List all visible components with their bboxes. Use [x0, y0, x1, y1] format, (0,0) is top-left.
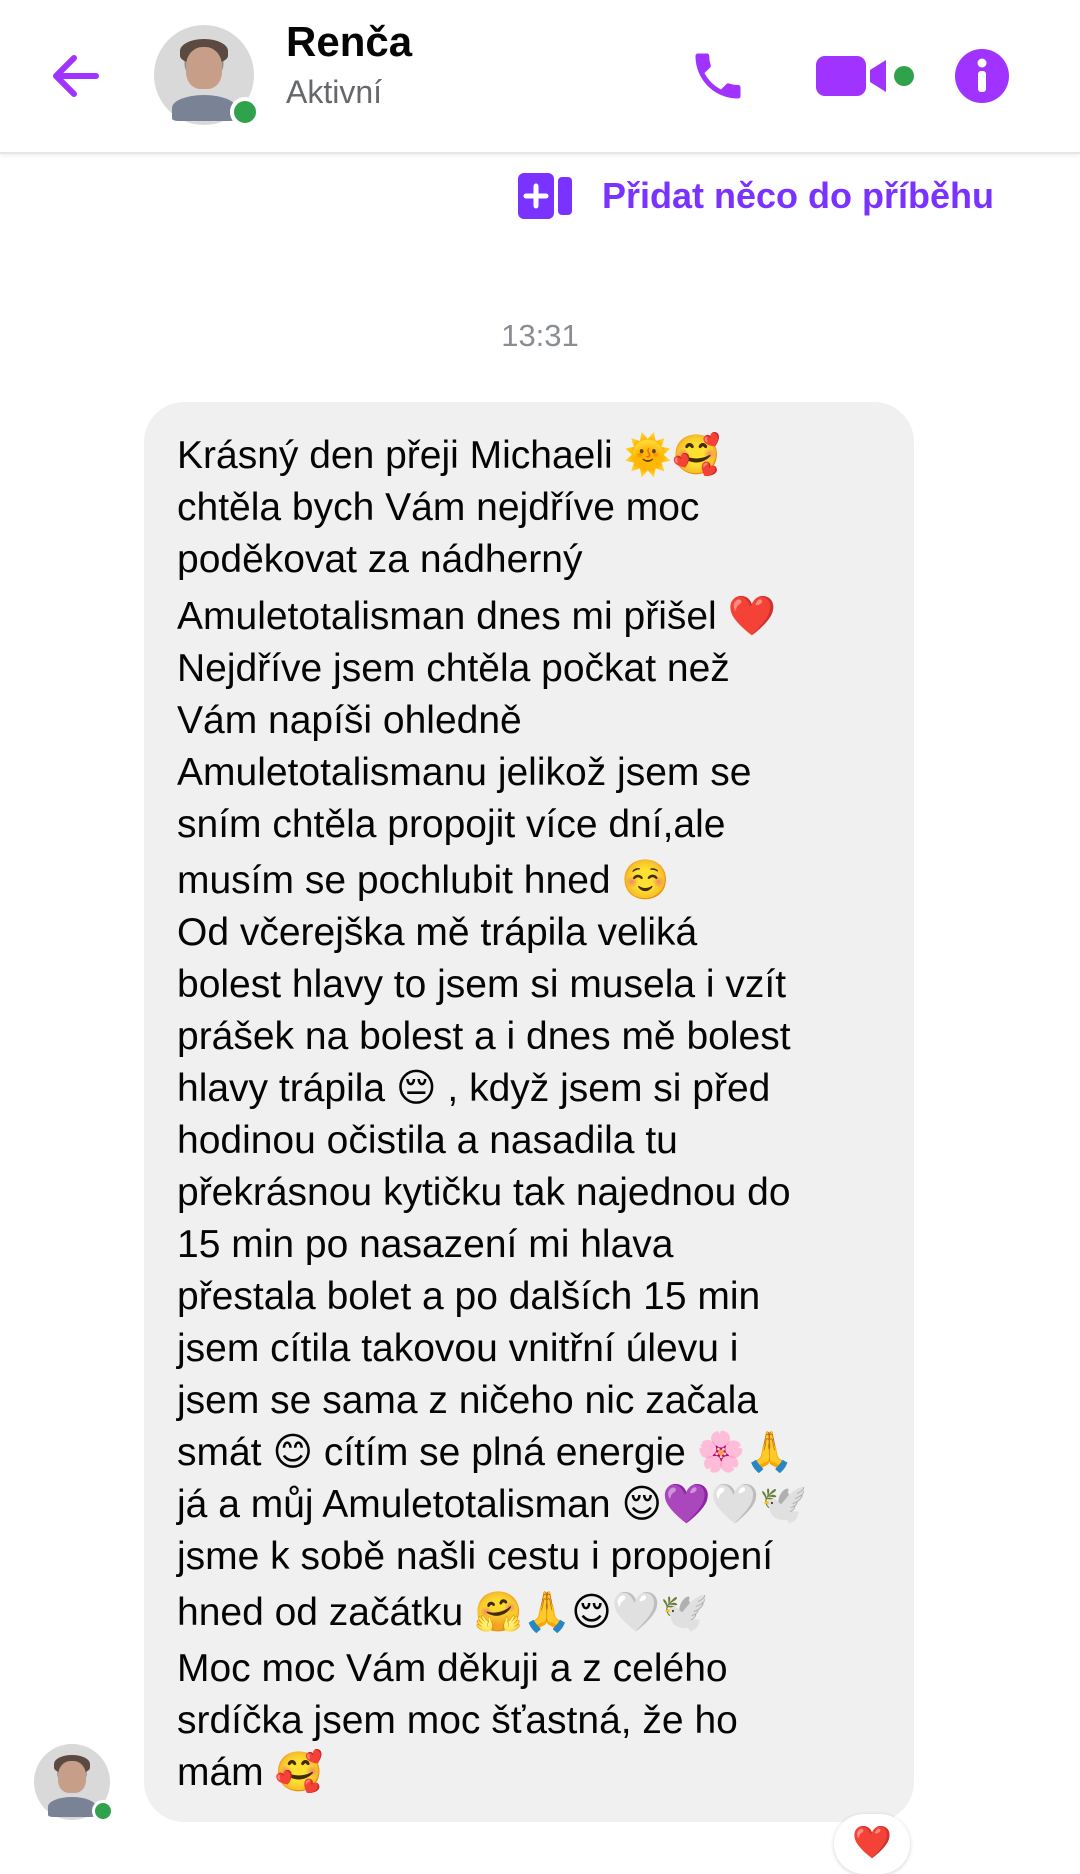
audio-call-button[interactable] — [688, 46, 748, 106]
video-camera-icon — [816, 56, 886, 96]
message-line: chtěla bych Vám nejdříve moc — [177, 486, 700, 529]
message-line: Nejdříve jsem chtěla počkat než — [177, 647, 730, 690]
message-line: Krásný den přeji Michaeli 🌞🥰 — [177, 434, 721, 477]
back-arrow-icon — [53, 55, 99, 97]
message-line: Vám napíši ohledně — [177, 699, 522, 742]
video-active-indicator — [894, 66, 914, 86]
message-line: hodinou očistila a nasadila tu — [177, 1119, 678, 1162]
message-line: mám 🥰 — [177, 1751, 324, 1794]
message-line: přestala bolet a po dalších 15 min — [177, 1275, 761, 1318]
conversation-info-button[interactable] — [954, 48, 1010, 104]
add-to-story-label: Přidat něco do příběhu — [602, 175, 995, 216]
online-indicator — [230, 97, 260, 127]
message-line: jsme k sobě našli cestu i propojení — [177, 1535, 774, 1578]
message-line: jsem cítila takovou vnitřní úlevu i — [177, 1327, 739, 1370]
message-line: já a můj Amuletotalisman 😌💜🤍🕊️ — [177, 1483, 808, 1526]
video-call-button[interactable] — [814, 50, 892, 102]
phone-icon — [695, 53, 741, 99]
online-indicator — [92, 1800, 114, 1822]
message-line: hlavy trápila 😔 , když jsem si před — [177, 1067, 771, 1110]
add-to-story-icon — [518, 173, 572, 219]
message-line: prášek na bolest a i dnes mě bolest — [177, 1015, 791, 1058]
contact-status: Aktivní — [286, 74, 383, 110]
message-line: hned od začátku 🤗🙏😌🤍🕊️ — [177, 1591, 709, 1634]
contact-avatar[interactable] — [154, 25, 260, 127]
message-line: Od včerejška mě trápila veliká — [177, 911, 698, 954]
message-line: Amuletotalismanu jelikož jsem se — [177, 751, 752, 794]
message-line: jsem se sama z ničeho nic začala — [177, 1379, 758, 1422]
message-line: bolest hlavy to jsem si musela i vzít — [177, 963, 787, 1006]
message-line: Amuletotalisman dnes mi přišel ❤️ — [177, 595, 777, 638]
message-timestamp: 13:31 — [501, 318, 579, 353]
contact-name[interactable]: Renča — [286, 18, 412, 66]
message-line: srdíčka jsem moc šťastná, že ho — [177, 1699, 738, 1742]
message-line: poděkovat za nádherný — [177, 538, 583, 581]
add-to-story-link[interactable]: Přidat něco do příběhu — [518, 168, 994, 224]
message-line: 15 min po nasazení mi hlava — [177, 1223, 674, 1266]
message-line: Moc moc Vám děkuji a z celého — [177, 1647, 728, 1690]
message-line: překrásnou kytičku tak najednou do — [177, 1171, 791, 1214]
message-line: musím se pochlubit hned ☺️ — [177, 859, 670, 902]
back-button[interactable] — [44, 44, 108, 108]
info-icon — [955, 49, 1009, 103]
message-reaction[interactable]: ❤️ — [834, 1814, 910, 1874]
message-line: smát 😊 cítím se plná energie 🌸🙏 — [177, 1431, 794, 1474]
sender-avatar[interactable] — [34, 1744, 114, 1822]
message-line: sním chtěla propojit více dní,ale — [177, 803, 726, 846]
message-bubble[interactable]: Krásný den přeji Michaeli 🌞🥰 chtěla bych… — [144, 402, 914, 1822]
chat-header: Renča Aktivní — [0, 0, 1080, 154]
